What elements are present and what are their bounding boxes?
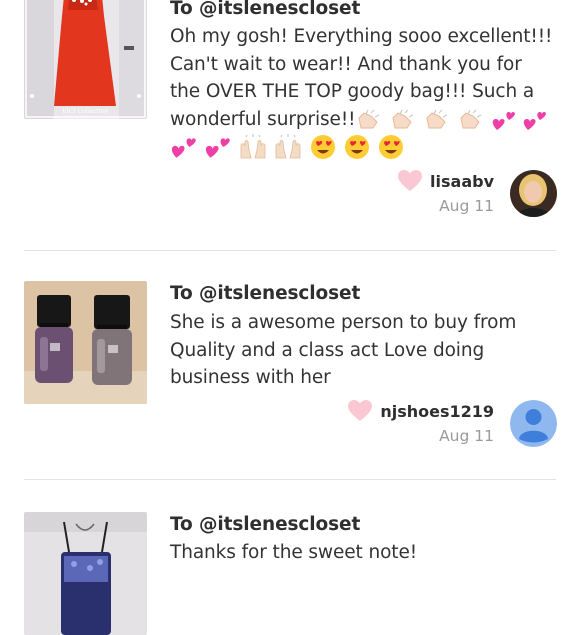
clapping-hands-icon — [358, 109, 380, 128]
heart-eyes-icon — [378, 135, 403, 159]
heart-eyes-icon — [344, 135, 369, 159]
listing-thumbnail-dress[interactable] — [24, 512, 147, 635]
two-hearts-icon — [205, 138, 230, 158]
message-line: She is a awesome person to buy from — [170, 312, 517, 333]
default-user-avatar[interactable] — [510, 400, 557, 447]
emoji-line — [170, 133, 570, 161]
note-date: Aug 11 — [439, 197, 494, 215]
note-message: Thanks for the sweet note! — [170, 539, 570, 567]
two-hearts-icon — [171, 138, 196, 158]
author-row: lisaabv — [398, 169, 494, 193]
message-line-with-emoji: wonderful surprise!! — [170, 106, 570, 134]
author-username[interactable]: lisaabv — [430, 172, 494, 191]
message-line: the OVER THE TOP goody bag!!! Such a — [170, 81, 535, 102]
clapping-hands-icon — [426, 109, 448, 128]
heart-icon[interactable] — [348, 400, 373, 422]
note-message: She is a awesome person to buy from Qual… — [170, 309, 570, 392]
message-line: business with her — [170, 367, 331, 388]
note-date: Aug 11 — [439, 427, 494, 445]
love-note-1: VICI Collection To @itslenescloset Oh my… — [0, 0, 580, 250]
listing-thumbnail-red-dress[interactable]: VICI Collection — [24, 0, 147, 119]
user-avatar[interactable] — [510, 170, 557, 217]
message-line-text: wonderful surprise!! — [170, 108, 356, 130]
emoji-row — [355, 106, 548, 134]
heart-eyes-icon — [311, 135, 336, 159]
message-line: Thanks for the sweet note! — [170, 542, 418, 563]
note-message: Oh my gosh! Everything sooo excellent!!!… — [170, 23, 570, 161]
message-line: Can't wait to wear!! And thank you for — [170, 53, 522, 75]
raising-hands-icon — [275, 134, 301, 159]
message-line: Oh my gosh! Everything sooo excellent!!! — [170, 26, 553, 47]
clapping-hands-icon — [460, 109, 482, 128]
note-recipient: To @itslenescloset — [170, 0, 361, 19]
heart-icon[interactable] — [398, 170, 423, 192]
thumbnail-watermark: VICI Collection — [62, 108, 108, 115]
two-hearts-icon — [524, 111, 547, 130]
message-line: Quality and a class act Love doing — [170, 339, 485, 361]
listing-thumbnail-nail-polish[interactable] — [24, 281, 147, 404]
two-hearts-icon — [492, 111, 515, 130]
author-username[interactable]: njshoes1219 — [380, 402, 494, 421]
raising-hands-icon — [240, 134, 265, 159]
note-recipient: To @itslenescloset — [170, 514, 361, 535]
note-recipient: To @itslenescloset — [170, 283, 361, 304]
love-note-2: To @itslenescloset She is a awesome pers… — [0, 251, 580, 479]
author-row: njshoes1219 — [348, 399, 494, 423]
love-note-3: To @itslenescloset Thanks for the sweet … — [0, 480, 580, 635]
clapping-hands-icon — [392, 109, 414, 128]
